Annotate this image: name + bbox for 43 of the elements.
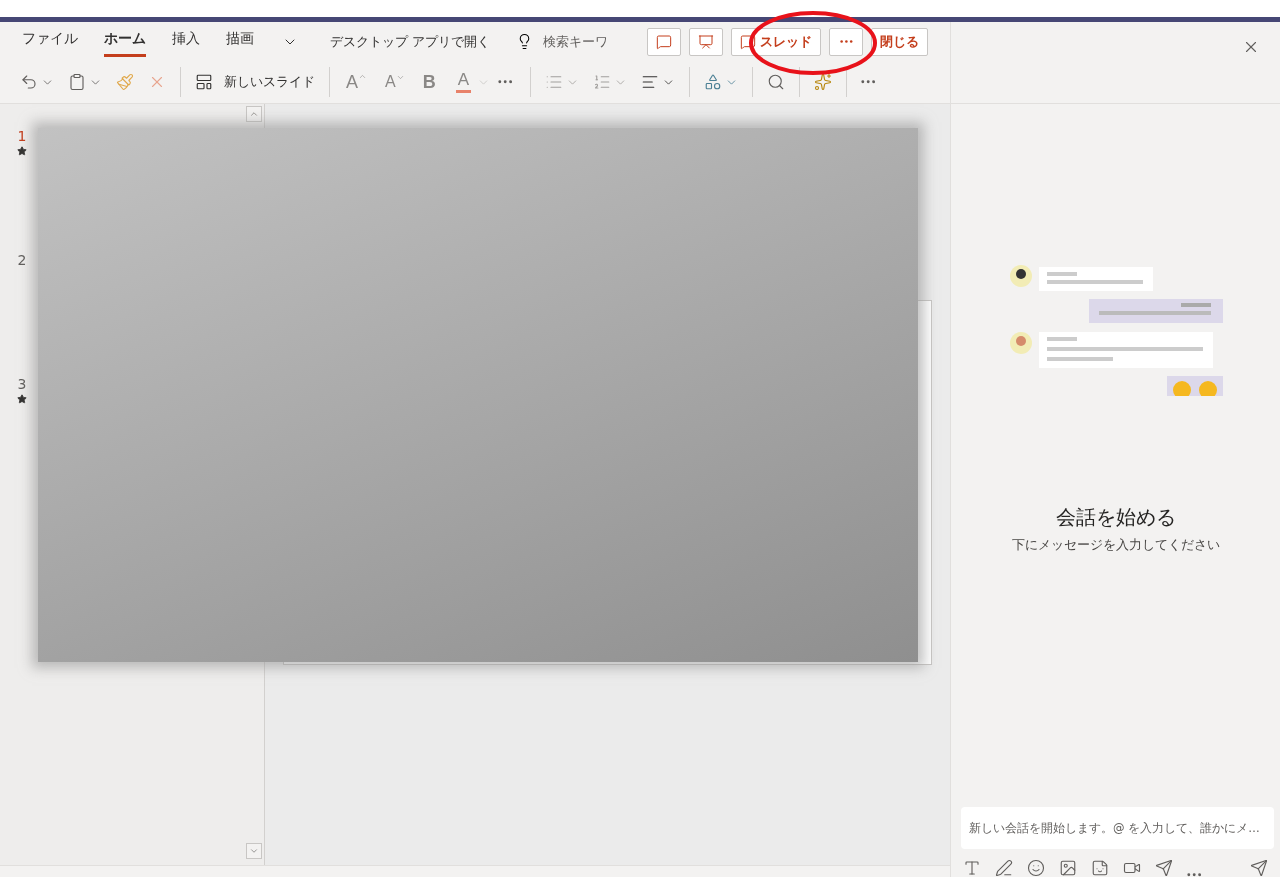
sticker-icon xyxy=(1091,859,1109,877)
pen-icon xyxy=(995,859,1013,877)
format-icon xyxy=(963,859,981,877)
chat-subtitle: 下にメッセージを入力してください xyxy=(1010,537,1221,554)
more-icon xyxy=(839,40,853,44)
scroll-up-button[interactable] xyxy=(246,106,262,122)
slide-number: 2 xyxy=(17,252,27,268)
message-input[interactable]: 新しい会話を開始します。@ を入力して、誰かにメ… xyxy=(961,807,1274,849)
thread-button[interactable]: スレッド xyxy=(731,27,822,56)
slide-number: 3 xyxy=(17,376,27,392)
more-icon xyxy=(861,80,876,85)
shapes-icon xyxy=(704,73,723,92)
caret-down-icon xyxy=(249,846,259,856)
numbered-list-icon xyxy=(593,73,612,92)
search-field[interactable]: 検索キーワ xyxy=(516,33,626,51)
paintbrush-icon xyxy=(116,73,134,92)
scroll-down-button[interactable] xyxy=(246,843,262,859)
undo-icon xyxy=(20,73,38,92)
comment-icon xyxy=(656,33,673,50)
chat-heading: 会話を始める xyxy=(1054,504,1177,531)
close-file-button[interactable]: 閉じる xyxy=(871,27,929,56)
slide-number: 1 xyxy=(17,128,27,144)
ribbon-tab[interactable]: ホーム xyxy=(104,26,146,58)
sparkle-icon xyxy=(814,73,833,92)
send-icon xyxy=(1250,859,1268,877)
ribbon-tab[interactable]: 描画 xyxy=(226,26,254,58)
more-icon xyxy=(498,80,513,85)
paper-plane-icon xyxy=(1155,859,1173,877)
comment-button[interactable] xyxy=(647,27,682,56)
search-icon xyxy=(767,73,786,92)
open-desktop-link[interactable]: デスクトップ アプリで開く xyxy=(328,30,493,53)
chat-icon xyxy=(740,33,757,50)
screen-icon xyxy=(698,33,715,50)
more-icon xyxy=(1187,873,1202,877)
more-button[interactable] xyxy=(829,27,864,56)
ribbon-tab[interactable]: ファイル xyxy=(22,26,78,58)
clipboard-icon xyxy=(68,73,86,92)
slide-icon xyxy=(195,73,213,92)
caret-up-icon xyxy=(249,109,259,119)
new-slide-button[interactable]: 新しいスライド xyxy=(189,66,321,99)
ribbon-tab[interactable]: 挿入 xyxy=(172,26,200,58)
present-button[interactable] xyxy=(689,27,724,56)
smile-icon xyxy=(1027,859,1045,877)
